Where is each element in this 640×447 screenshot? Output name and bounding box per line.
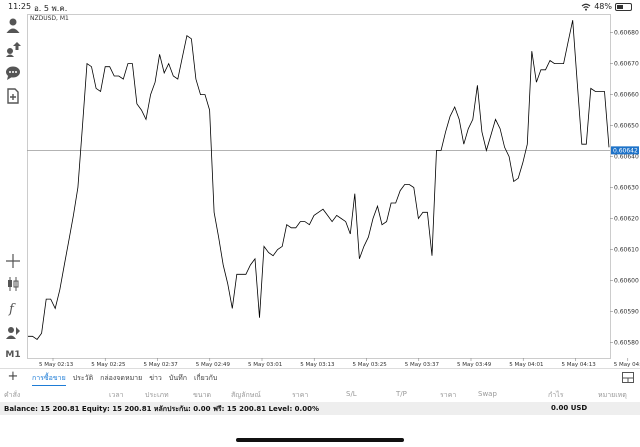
account-button[interactable]	[4, 16, 22, 34]
price-axis-label: 0.60660	[614, 92, 639, 99]
new-order-button[interactable]	[4, 87, 22, 105]
balance-summary: Balance: 15 200.81 Equity: 15 200.81 หลั…	[4, 405, 319, 413]
col-symbol: สัญลักษณ์	[231, 391, 261, 399]
objects-button[interactable]	[4, 323, 22, 341]
chart-type-button[interactable]	[4, 275, 22, 293]
price-axis-label: 0.60670	[614, 61, 639, 68]
chart-canvas[interactable]: 0.606800.606700.606600.606500.606400.606…	[27, 14, 640, 368]
tab-trade[interactable]: การซื้อขาย	[32, 373, 66, 386]
candles-icon	[8, 277, 19, 291]
chat-button[interactable]	[4, 64, 22, 82]
terminal-tabs-bar: + การซื้อขาย ประวัติ กล่องจดหมาย ข่าว บั…	[0, 368, 640, 386]
price-axis-label: 0.60680	[614, 30, 639, 37]
col-tp: T/P	[396, 390, 407, 398]
col-time: เวลา	[109, 391, 124, 399]
terminal-tabs: การซื้อขาย ประวัติ กล่องจดหมาย ข่าว บันท…	[32, 373, 217, 386]
battery-icon	[615, 2, 632, 11]
col-price-current: ราคา	[440, 391, 457, 399]
price-axis-label: 0.60590	[614, 309, 639, 316]
price-axis-label: 0.60630	[614, 185, 639, 192]
crosshair-button[interactable]	[4, 252, 22, 270]
indicators-button[interactable]: f	[4, 299, 22, 317]
total-profit: 0.00 USD	[551, 404, 588, 412]
tab-news[interactable]: ข่าว	[149, 373, 162, 386]
col-type: ประเภท	[145, 391, 169, 399]
signals-button[interactable]	[4, 40, 22, 58]
left-toolbar: f M1	[0, 14, 26, 362]
current-price-label: 0.60642	[613, 148, 638, 155]
tab-history[interactable]: ประวัติ	[73, 373, 93, 386]
indicator-icon: f	[8, 302, 16, 316]
tab-journal[interactable]: บันทึก	[169, 373, 187, 386]
col-sl: S/L	[346, 390, 357, 398]
col-swap: Swap	[478, 390, 497, 398]
col-order: คำสั่ง	[4, 391, 21, 399]
layout-icon[interactable]	[622, 372, 634, 383]
price-chart[interactable]: 0.60680 0.60670 0.60660 0.60650 0.60640 0.606…	[27, 14, 640, 368]
status-bar: 11:25 อ. 5 พ.ค. 48%	[0, 0, 640, 14]
price-axis-label: 0.60650	[614, 123, 639, 130]
objects-icon	[6, 327, 20, 339]
price-axis-label: 0.60580	[614, 340, 639, 347]
price-series-line	[28, 20, 610, 340]
signal-icon	[6, 42, 21, 57]
chat-icon	[6, 66, 20, 80]
price-axis-label: 0.60620	[614, 216, 639, 223]
battery-percent: 48%	[594, 2, 612, 11]
chart-frame	[27, 14, 611, 359]
home-indicator	[236, 438, 404, 442]
timeframe-button[interactable]: M1	[4, 346, 22, 364]
price-axis-label: 0.60600	[614, 278, 639, 285]
clock: 11:25	[8, 2, 32, 11]
add-document-icon	[7, 88, 19, 104]
status-indicators: 48%	[581, 2, 632, 11]
col-price: ราคา	[292, 391, 309, 399]
trade-columns-header: คำสั่ง เวลา ประเภท ขนาด สัญลักษณ์ ราคา S…	[0, 386, 640, 402]
tab-mailbox[interactable]: กล่องจดหมาย	[100, 373, 142, 386]
crosshair-icon	[6, 254, 20, 268]
price-axis-label: 0.60610	[614, 247, 639, 254]
svg-text:f: f	[8, 302, 16, 316]
col-size: ขนาด	[193, 391, 212, 399]
tab-about[interactable]: เกี่ยวกับ	[194, 373, 217, 386]
col-profit: กำไร	[548, 391, 564, 399]
price-axis-label: 0.60640	[614, 154, 639, 161]
add-button[interactable]: +	[6, 370, 20, 384]
person-icon	[6, 18, 20, 33]
wifi-icon	[581, 3, 591, 11]
balance-bar: Balance: 15 200.81 Equity: 15 200.81 หลั…	[0, 402, 640, 415]
col-comment: หมายเหตุ	[598, 391, 627, 399]
chart-symbol: NZDUSD, M1	[30, 15, 69, 22]
